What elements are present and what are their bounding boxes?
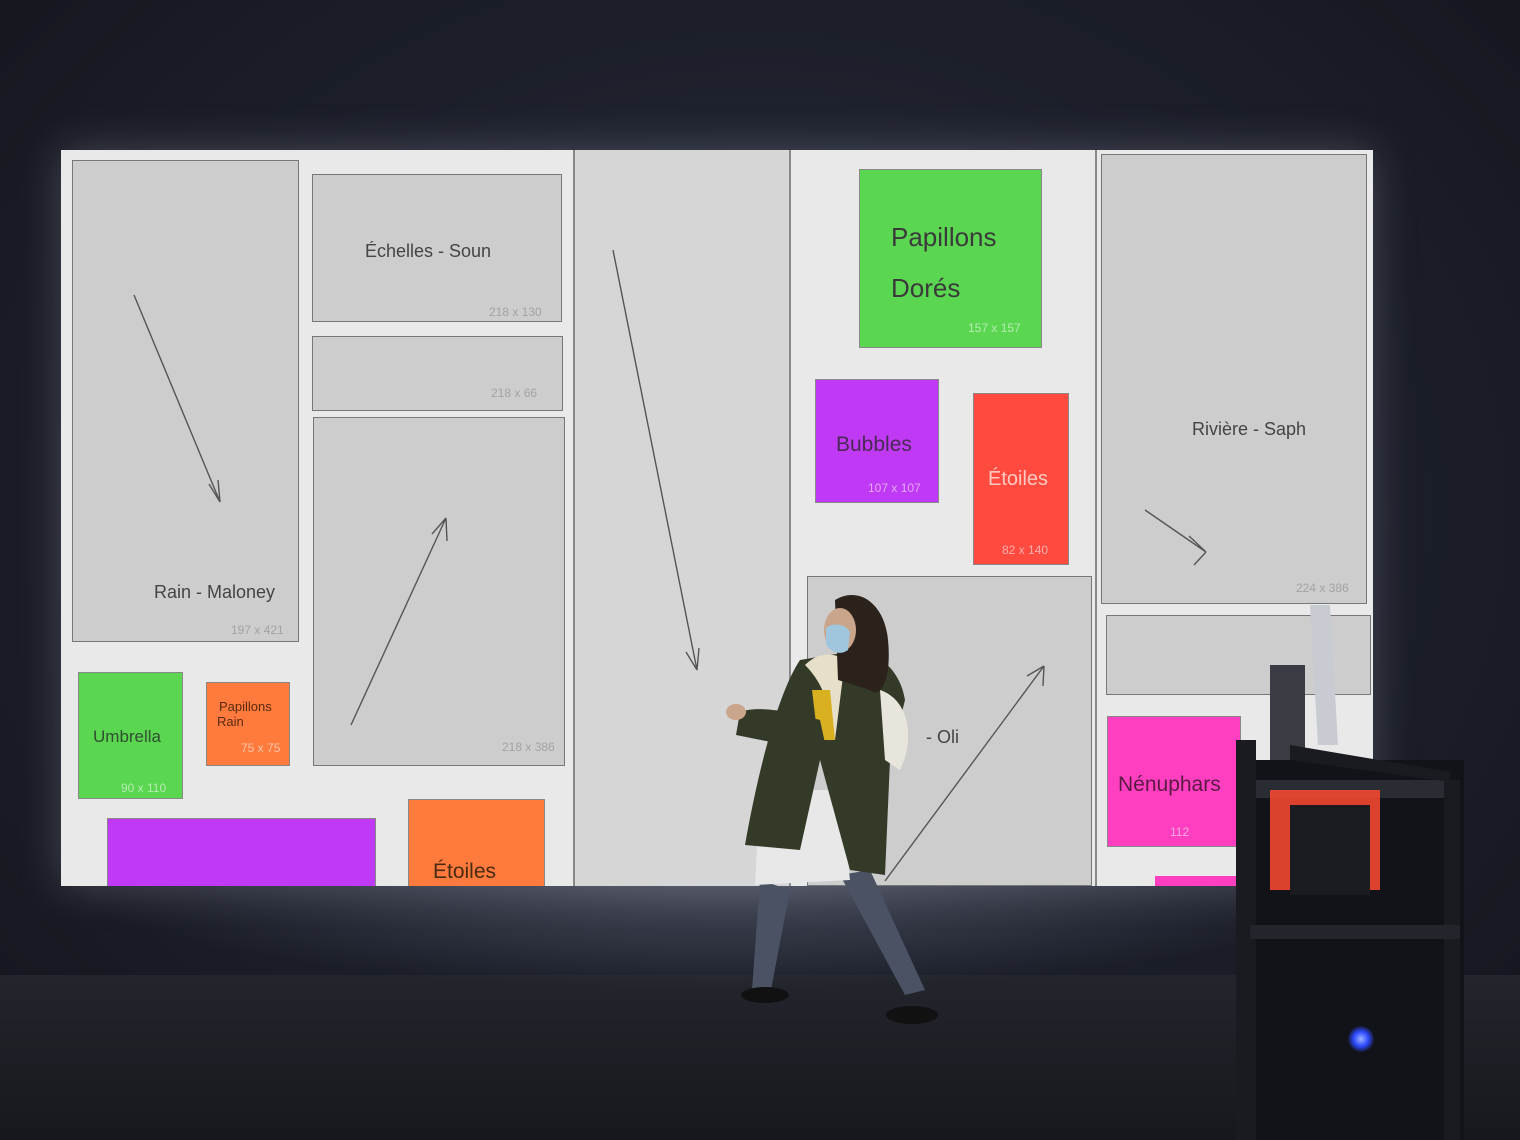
projection-wall: Rain - Maloney 197 x 421 Échelles - Soun… <box>61 150 1373 886</box>
arrow-column <box>612 249 700 671</box>
floor-glow <box>60 880 1380 990</box>
arrow-rain <box>133 294 221 503</box>
trajectory-arrows <box>133 249 1207 882</box>
arrow-riviere <box>1144 509 1207 566</box>
floor <box>0 975 1520 1140</box>
blue-led-light <box>1348 1026 1374 1052</box>
arrow-tall-mid <box>350 517 448 726</box>
arrow-oli <box>884 665 1045 882</box>
